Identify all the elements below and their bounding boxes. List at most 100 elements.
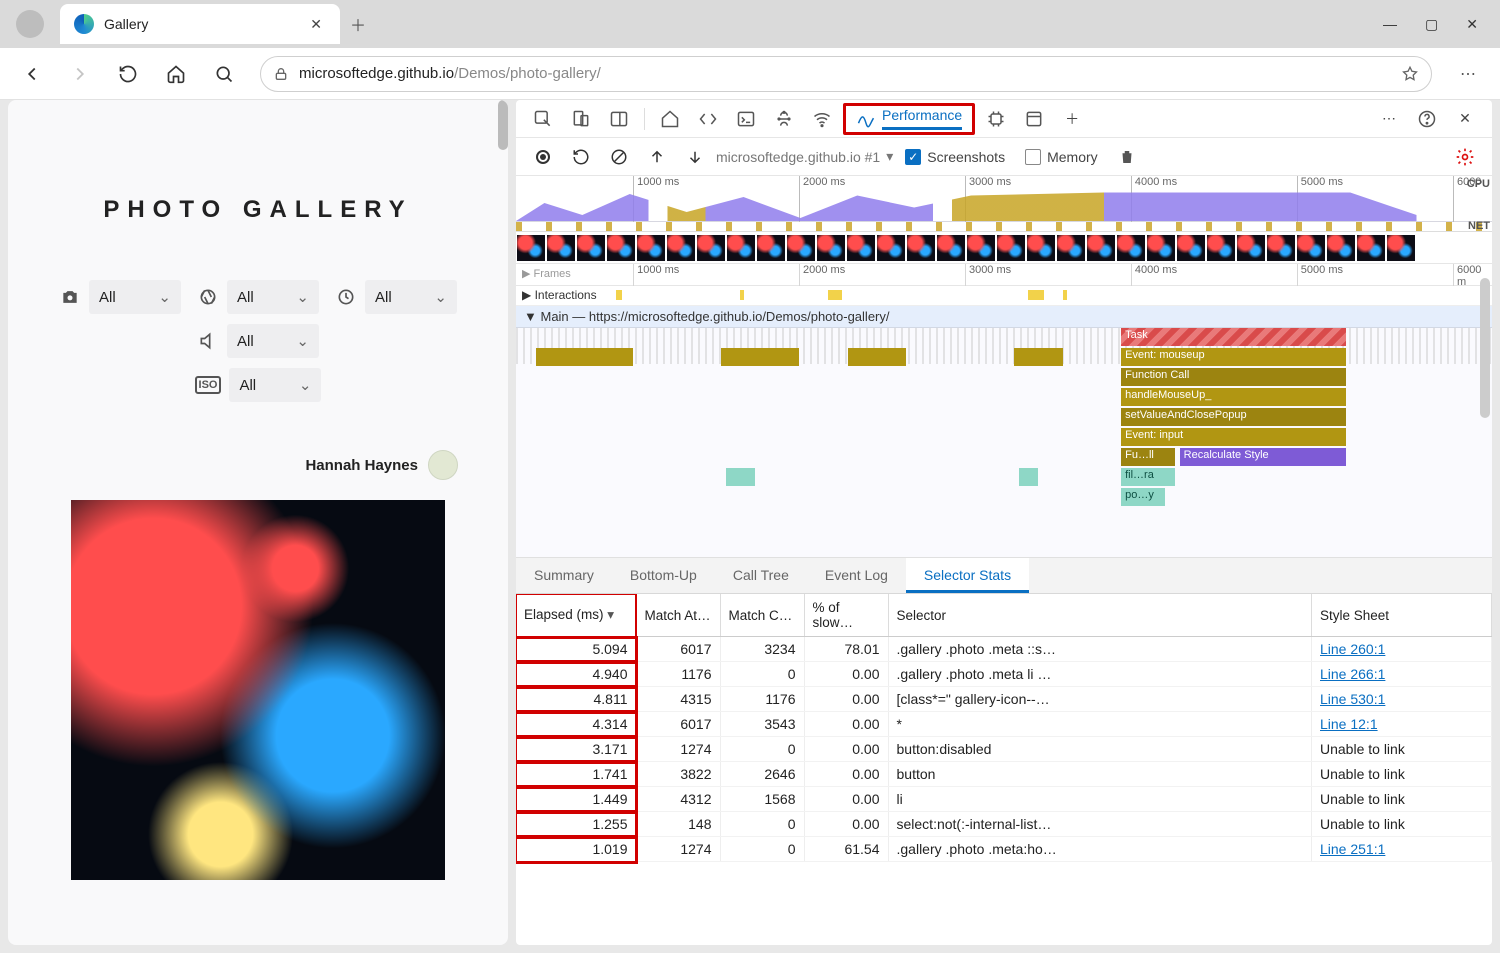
filter-camera[interactable]: All⌄ bbox=[89, 280, 181, 314]
screenshot-thumb[interactable] bbox=[877, 235, 905, 261]
filter-exposure[interactable]: All⌄ bbox=[365, 280, 457, 314]
close-window-icon[interactable]: ✕ bbox=[1466, 16, 1478, 33]
chk-memory[interactable]: Memory bbox=[1025, 149, 1098, 165]
overview-timeline[interactable]: 1000 ms 2000 ms 3000 ms 4000 ms 5000 ms … bbox=[516, 176, 1492, 222]
application-icon[interactable] bbox=[1017, 104, 1051, 134]
settings-icon[interactable] bbox=[1448, 142, 1482, 172]
profile-avatar[interactable] bbox=[16, 10, 44, 38]
screenshot-thumb[interactable] bbox=[787, 235, 815, 261]
tab-performance[interactable]: Performance bbox=[843, 103, 975, 135]
table-row[interactable]: 1.449431215680.00liUnable to link bbox=[516, 787, 1492, 812]
tab-bottom-up[interactable]: Bottom-Up bbox=[612, 558, 715, 593]
overview-net[interactable]: NET bbox=[516, 222, 1492, 232]
col-elapsed[interactable]: Elapsed (ms) bbox=[516, 594, 636, 637]
record-icon[interactable] bbox=[526, 142, 560, 172]
photo-thumbnail[interactable] bbox=[71, 500, 445, 880]
table-row[interactable]: 1.25514800.00select:not(:-internal-list…… bbox=[516, 812, 1492, 837]
browser-tab[interactable]: Gallery ✕ bbox=[60, 4, 340, 44]
help-icon[interactable] bbox=[1410, 104, 1444, 134]
tab-selector-stats[interactable]: Selector Stats bbox=[906, 558, 1029, 593]
stylesheet-link[interactable]: Line 260:1 bbox=[1312, 637, 1492, 662]
screenshot-thumb[interactable] bbox=[1207, 235, 1235, 261]
screenshot-thumb[interactable] bbox=[1267, 235, 1295, 261]
screenshot-thumb[interactable] bbox=[637, 235, 665, 261]
recording-name[interactable]: microsoftedge.github.io #1 bbox=[716, 149, 880, 165]
col-slow[interactable]: % of slow… bbox=[804, 594, 888, 637]
welcome-icon[interactable] bbox=[653, 104, 687, 134]
screenshot-thumb[interactable] bbox=[1297, 235, 1325, 261]
screenshot-thumb[interactable] bbox=[847, 235, 875, 261]
console-icon[interactable] bbox=[729, 104, 763, 134]
screenshot-thumb[interactable] bbox=[937, 235, 965, 261]
screenshot-thumb[interactable] bbox=[967, 235, 995, 261]
screenshot-thumb[interactable] bbox=[1117, 235, 1145, 261]
stylesheet-link[interactable]: Line 251:1 bbox=[1312, 837, 1492, 862]
dock-icon[interactable] bbox=[602, 104, 636, 134]
table-row[interactable]: 3.171127400.00button:disabledUnable to l… bbox=[516, 737, 1492, 762]
screenshot-thumb[interactable] bbox=[907, 235, 935, 261]
back-button[interactable] bbox=[12, 54, 52, 94]
stylesheet-link[interactable]: Line 530:1 bbox=[1312, 687, 1492, 712]
page-scrollbar[interactable] bbox=[498, 100, 508, 150]
maximize-icon[interactable]: ▢ bbox=[1425, 16, 1438, 33]
stylesheet-link[interactable]: Line 266:1 bbox=[1312, 662, 1492, 687]
table-row[interactable]: 5.0946017323478.01.gallery .photo .meta … bbox=[516, 637, 1492, 662]
chk-screenshots[interactable]: ✓Screenshots bbox=[905, 149, 1005, 165]
address-bar[interactable]: microsoftedge.github.io/Demos/photo-gall… bbox=[260, 56, 1432, 92]
refresh-button[interactable] bbox=[108, 54, 148, 94]
main-thread-label[interactable]: ▼ Main — https://microsoftedge.github.io… bbox=[516, 306, 1492, 328]
screenshot-thumb[interactable] bbox=[667, 235, 695, 261]
table-row[interactable]: 4.314601735430.00*Line 12:1 bbox=[516, 712, 1492, 737]
clear-icon[interactable] bbox=[602, 142, 636, 172]
close-tab-icon[interactable]: ✕ bbox=[306, 12, 326, 37]
screenshot-thumb[interactable] bbox=[1057, 235, 1085, 261]
screenshot-thumb[interactable] bbox=[1237, 235, 1265, 261]
minimize-icon[interactable]: — bbox=[1383, 16, 1397, 33]
col-selector[interactable]: Selector bbox=[888, 594, 1312, 637]
col-match-count[interactable]: Match C… bbox=[720, 594, 804, 637]
tab-call-tree[interactable]: Call Tree bbox=[715, 558, 807, 593]
gc-icon[interactable] bbox=[1110, 142, 1144, 172]
device-icon[interactable] bbox=[564, 104, 598, 134]
screenshot-thumb[interactable] bbox=[817, 235, 845, 261]
more-menu-icon[interactable]: ⋯ bbox=[1448, 54, 1488, 94]
screenshot-thumb[interactable] bbox=[1177, 235, 1205, 261]
chevron-down-icon[interactable]: ▾ bbox=[886, 148, 893, 165]
selector-stats-table[interactable]: Elapsed (ms) Match At… Match C… % of slo… bbox=[516, 594, 1492, 945]
screenshot-thumb[interactable] bbox=[517, 235, 545, 261]
stylesheet-link[interactable]: Line 12:1 bbox=[1312, 712, 1492, 737]
favorite-icon[interactable] bbox=[1401, 65, 1419, 83]
inspect-icon[interactable] bbox=[526, 104, 560, 134]
screenshot-thumb[interactable] bbox=[577, 235, 605, 261]
screenshot-thumb[interactable] bbox=[1327, 235, 1355, 261]
elements-icon[interactable] bbox=[691, 104, 725, 134]
filter-aperture[interactable]: All⌄ bbox=[227, 280, 319, 314]
flame-chart[interactable]: Task Event: mouseup Function Call handle… bbox=[516, 328, 1492, 558]
sources-icon[interactable] bbox=[767, 104, 801, 134]
screenshot-thumb[interactable] bbox=[1357, 235, 1385, 261]
devtools-scrollbar[interactable] bbox=[1480, 278, 1490, 418]
upload-icon[interactable] bbox=[640, 142, 674, 172]
close-devtools-icon[interactable]: ✕ bbox=[1448, 104, 1482, 134]
more-tabs-icon[interactable]: ＋ bbox=[1055, 104, 1089, 134]
table-row[interactable]: 1.0191274061.54.gallery .photo .meta:ho…… bbox=[516, 837, 1492, 862]
kebab-icon[interactable]: ⋯ bbox=[1372, 104, 1406, 134]
screenshot-strip[interactable] bbox=[516, 232, 1492, 264]
screenshot-thumb[interactable] bbox=[607, 235, 635, 261]
col-match-attempts[interactable]: Match At… bbox=[636, 594, 720, 637]
frames-ruler[interactable]: ▶ Frames 1000 ms 2000 ms 3000 ms 4000 ms… bbox=[516, 264, 1492, 286]
screenshot-thumb[interactable] bbox=[727, 235, 755, 261]
screenshot-thumb[interactable] bbox=[547, 235, 575, 261]
table-row[interactable]: 4.811431511760.00[class*=" gallery-icon-… bbox=[516, 687, 1492, 712]
screenshot-thumb[interactable] bbox=[1087, 235, 1115, 261]
interactions-track[interactable]: ▶ Interactions bbox=[516, 286, 1492, 306]
tab-summary[interactable]: Summary bbox=[516, 558, 612, 593]
screenshot-thumb[interactable] bbox=[1147, 235, 1175, 261]
home-button[interactable] bbox=[156, 54, 196, 94]
author-avatar[interactable] bbox=[428, 450, 458, 480]
reload-record-icon[interactable] bbox=[564, 142, 598, 172]
filter-iso[interactable]: All⌄ bbox=[229, 368, 321, 402]
network-icon[interactable] bbox=[805, 104, 839, 134]
screenshot-thumb[interactable] bbox=[997, 235, 1025, 261]
table-row[interactable]: 4.940117600.00.gallery .photo .meta li …… bbox=[516, 662, 1492, 687]
